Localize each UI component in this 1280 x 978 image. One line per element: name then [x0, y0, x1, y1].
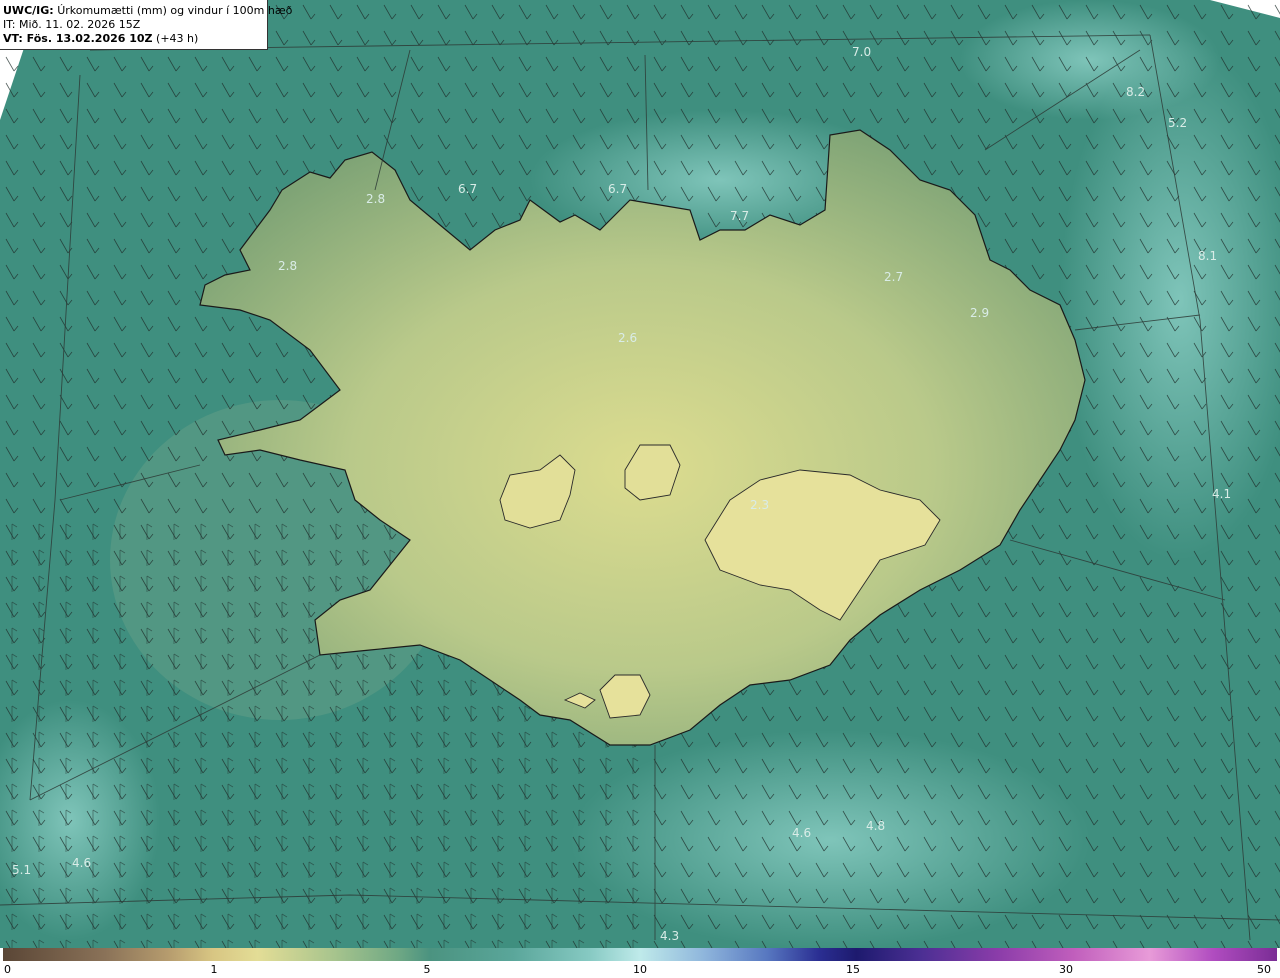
value-label: 5.1 [12, 863, 31, 877]
value-label: 7.0 [852, 45, 871, 59]
legend-tick: 15 [846, 963, 860, 976]
value-label: 2.9 [970, 306, 989, 320]
value-label: 4.6 [792, 826, 811, 840]
value-label: 6.7 [458, 182, 477, 196]
color-scale-bar [3, 948, 1277, 961]
forecast-info-box: UWC/IG: Úrkomumætti (mm) og vindur í 100… [0, 0, 292, 50]
legend-tick: 5 [423, 963, 431, 976]
legend-tick: 0 [4, 963, 11, 976]
forecast-map: 7.0 8.2 5.2 6.7 6.7 7.7 2.8 2.8 2.7 8.1 … [0, 0, 1280, 948]
initial-time: IT: Mið. 11. 02. 2026 15Z [3, 18, 141, 31]
legend-tick: 10 [633, 963, 647, 976]
value-label: 4.1 [1212, 487, 1231, 501]
value-label: 2.7 [884, 270, 903, 284]
legend-tick: 1 [210, 963, 218, 976]
value-label: 8.1 [1198, 249, 1217, 263]
legend-tick: 50 [1257, 963, 1271, 976]
map-title: Úrkomumætti (mm) og vindur í 100m hæð [57, 4, 293, 17]
value-label: 6.7 [608, 182, 627, 196]
value-label: 4.8 [866, 819, 885, 833]
value-label: 5.2 [1168, 116, 1187, 130]
model-name: UWC/IG: [3, 4, 54, 17]
lead-time: (+43 h) [156, 32, 199, 45]
value-label: 8.2 [1126, 85, 1145, 99]
value-label: 2.6 [618, 331, 637, 345]
value-label: 4.3 [660, 929, 679, 943]
value-label: 2.8 [278, 259, 297, 273]
color-scale-legend: 0 1 5 10 15 30 50 [0, 948, 1280, 978]
value-label: 2.8 [366, 192, 385, 206]
value-label: 4.6 [72, 856, 91, 870]
valid-time: VT: Fös. 13.02.2026 10Z [3, 32, 153, 45]
value-label: 2.3 [750, 498, 769, 512]
value-label: 7.7 [730, 209, 749, 223]
legend-tick: 30 [1059, 963, 1073, 976]
